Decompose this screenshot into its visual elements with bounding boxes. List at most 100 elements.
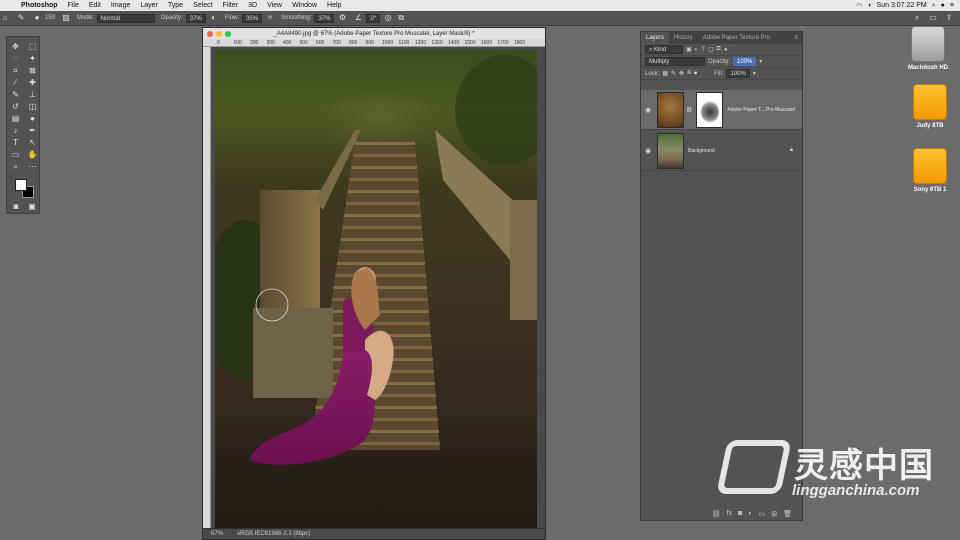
pen-tool-icon[interactable]: ✒ <box>24 125 41 137</box>
fill-field[interactable]: 100% <box>726 69 750 78</box>
menu-image[interactable]: Image <box>106 2 135 9</box>
filter-type-icon[interactable]: T <box>701 47 705 53</box>
menu-3d[interactable]: 3D <box>243 2 262 9</box>
filter-smart-icon[interactable]: ⧉ <box>717 46 721 53</box>
menu-filter[interactable]: Filter <box>218 2 244 9</box>
menubar-clock[interactable]: Sun 3:07:22 PM <box>877 2 927 9</box>
layer-mask-thumbnail[interactable] <box>696 91 724 128</box>
new-layer-icon[interactable]: ⊞ <box>771 510 777 518</box>
blur-tool-icon[interactable]: ● <box>24 113 41 125</box>
chain-link-icon[interactable]: ⛓ <box>686 107 692 113</box>
share-icon[interactable]: ⇪ <box>944 13 954 23</box>
filter-shape-icon[interactable]: ▢ <box>708 46 714 53</box>
volume-icon[interactable]: ◖ <box>867 2 871 9</box>
hand-tool-icon[interactable]: ✋ <box>24 149 41 161</box>
lock-transparent-icon[interactable]: ▦ <box>662 70 668 77</box>
opacity-dropdown-icon[interactable]: ▾ <box>759 58 762 65</box>
menu-edit[interactable]: Edit <box>84 2 106 9</box>
filter-adjustment-icon[interactable]: ◐ <box>695 47 699 53</box>
menu-type[interactable]: Type <box>163 2 188 9</box>
pressure-opacity-icon[interactable]: ◐ <box>209 13 219 23</box>
visibility-eye-icon[interactable]: ◉ <box>641 106 655 114</box>
blend-mode-select[interactable]: Multiply <box>645 57 705 66</box>
visibility-eye-icon[interactable]: ◉ <box>641 147 655 155</box>
wifi-icon[interactable]: ◠ <box>856 2 862 10</box>
smoothing-field[interactable]: 37% <box>314 13 335 23</box>
lasso-tool-icon[interactable]: ◌ <box>7 53 24 65</box>
brush-settings-icon[interactable]: ▨ <box>61 13 71 23</box>
healing-tool-icon[interactable]: ✚ <box>24 77 41 89</box>
workspace-icon[interactable]: ▭ <box>928 13 938 23</box>
brush-preset-icon[interactable]: ● <box>32 13 42 23</box>
eraser-tool-icon[interactable]: ◫ <box>24 101 41 113</box>
move-tool-icon[interactable]: ✥ <box>7 41 24 53</box>
menu-window[interactable]: Window <box>287 2 322 9</box>
lock-artboard-icon[interactable]: ⧈ <box>687 70 691 77</box>
layer-name[interactable]: Adobe Paper T... Pro Muscatel <box>727 107 795 113</box>
more-tools-icon[interactable]: ⋯ <box>24 161 41 173</box>
tab-history[interactable]: History <box>669 32 698 44</box>
color-swatches[interactable] <box>13 177 37 201</box>
filter-kind-select[interactable]: ⌕ Kind <box>645 45 683 54</box>
magic-wand-tool-icon[interactable]: ✦ <box>24 53 41 65</box>
type-tool-icon[interactable]: T <box>7 137 24 149</box>
horizontal-ruler[interactable]: 0 100 200 300 400 500 600 700 800 900 1000 1100 1200… <box>203 39 545 47</box>
desktop-drive-sony-6tb[interactable]: Sony 6TB 1 <box>900 148 960 193</box>
path-selection-tool-icon[interactable]: ↖ <box>24 137 41 149</box>
flow-field[interactable]: 35% <box>242 13 263 23</box>
add-mask-icon[interactable]: ◙ <box>738 510 742 517</box>
layer-thumbnail[interactable] <box>657 91 684 128</box>
marquee-tool-icon[interactable]: ⬚ <box>24 41 41 53</box>
frame-tool-icon[interactable]: ⊠ <box>24 65 41 77</box>
new-group-icon[interactable]: ▭ <box>759 510 766 518</box>
shape-tool-icon[interactable]: ▭ <box>7 149 24 161</box>
tab-paper-texture[interactable]: Adobe Paper Texture Pro <box>698 32 775 44</box>
quick-mask-icon[interactable]: ◙ <box>10 201 22 213</box>
vertical-ruler[interactable] <box>203 47 211 528</box>
menu-file[interactable]: File <box>63 2 84 9</box>
gradient-tool-icon[interactable]: ▤ <box>7 113 24 125</box>
menu-app-photoshop[interactable]: Photoshop <box>16 2 63 9</box>
layer-background[interactable]: ◉ Background 🔒︎ <box>641 131 802 171</box>
symmetry-icon[interactable]: ⧉ <box>396 13 406 23</box>
brush-size[interactable]: 150 <box>45 15 55 21</box>
filter-toggle-icon[interactable]: ● <box>724 47 728 53</box>
airbrush-icon[interactable]: ✧ <box>265 13 275 23</box>
home-icon[interactable]: ⌂ <box>0 13 10 23</box>
gear-icon[interactable]: ⚙ <box>337 13 347 23</box>
stamp-tool-icon[interactable]: ⊥ <box>24 89 41 101</box>
panel-menu-icon[interactable]: ≡ <box>794 32 802 44</box>
tab-layers[interactable]: Layers <box>641 32 670 44</box>
color-profile[interactable]: sRGB IEC61966-2.1 (8bpc) <box>237 531 310 537</box>
history-brush-icon[interactable]: ↺ <box>7 101 24 113</box>
angle-field[interactable]: 0° <box>366 13 381 23</box>
crop-tool-icon[interactable]: ⌗ <box>7 65 24 77</box>
screen-mode-icon[interactable]: ▣ <box>26 201 38 213</box>
menu-help[interactable]: Help <box>322 2 346 9</box>
fill-dropdown-icon[interactable]: ▾ <box>753 70 756 77</box>
layer-style-icon[interactable]: fx <box>727 510 732 517</box>
dodge-tool-icon[interactable]: ♪ <box>7 125 24 137</box>
filter-pixel-icon[interactable]: ▣ <box>686 46 692 53</box>
lock-all-icon[interactable]: 🔒︎ <box>694 70 697 77</box>
mode-select[interactable]: Normal <box>96 13 155 23</box>
layer-thumbnail[interactable] <box>657 132 684 169</box>
desktop-drive-macintosh-hd[interactable]: Macintosh HD <box>898 26 958 71</box>
menu-select[interactable]: Select <box>188 2 217 9</box>
layer-paper-texture[interactable]: ◉ ⛓ Adobe Paper T... Pro Muscatel <box>641 90 802 130</box>
pressure-size-icon[interactable]: ◎ <box>383 13 393 23</box>
menu-view[interactable]: View <box>262 2 287 9</box>
zoom-level[interactable]: 67% <box>211 531 223 537</box>
notification-icon[interactable]: ≡ <box>950 2 954 9</box>
opacity-field[interactable]: 37% <box>185 13 206 23</box>
brush-tool-icon[interactable]: ✎ <box>7 89 24 101</box>
lock-pixels-icon[interactable]: ✎ <box>671 70 676 77</box>
search-icon[interactable]: ⌕ <box>912 13 922 23</box>
eyedropper-tool-icon[interactable]: ⁄ <box>7 77 24 89</box>
zoom-tool-icon[interactable]: ⌕ <box>7 161 24 173</box>
user-icon[interactable]: ● <box>941 2 945 9</box>
desktop-drive-judy-8tb[interactable]: Judy 8TB <box>900 84 960 129</box>
adjustment-layer-icon[interactable]: ◐ <box>748 510 752 517</box>
trash-icon[interactable]: 🗑︎ <box>783 510 792 518</box>
lock-position-icon[interactable]: ✥ <box>679 70 684 77</box>
